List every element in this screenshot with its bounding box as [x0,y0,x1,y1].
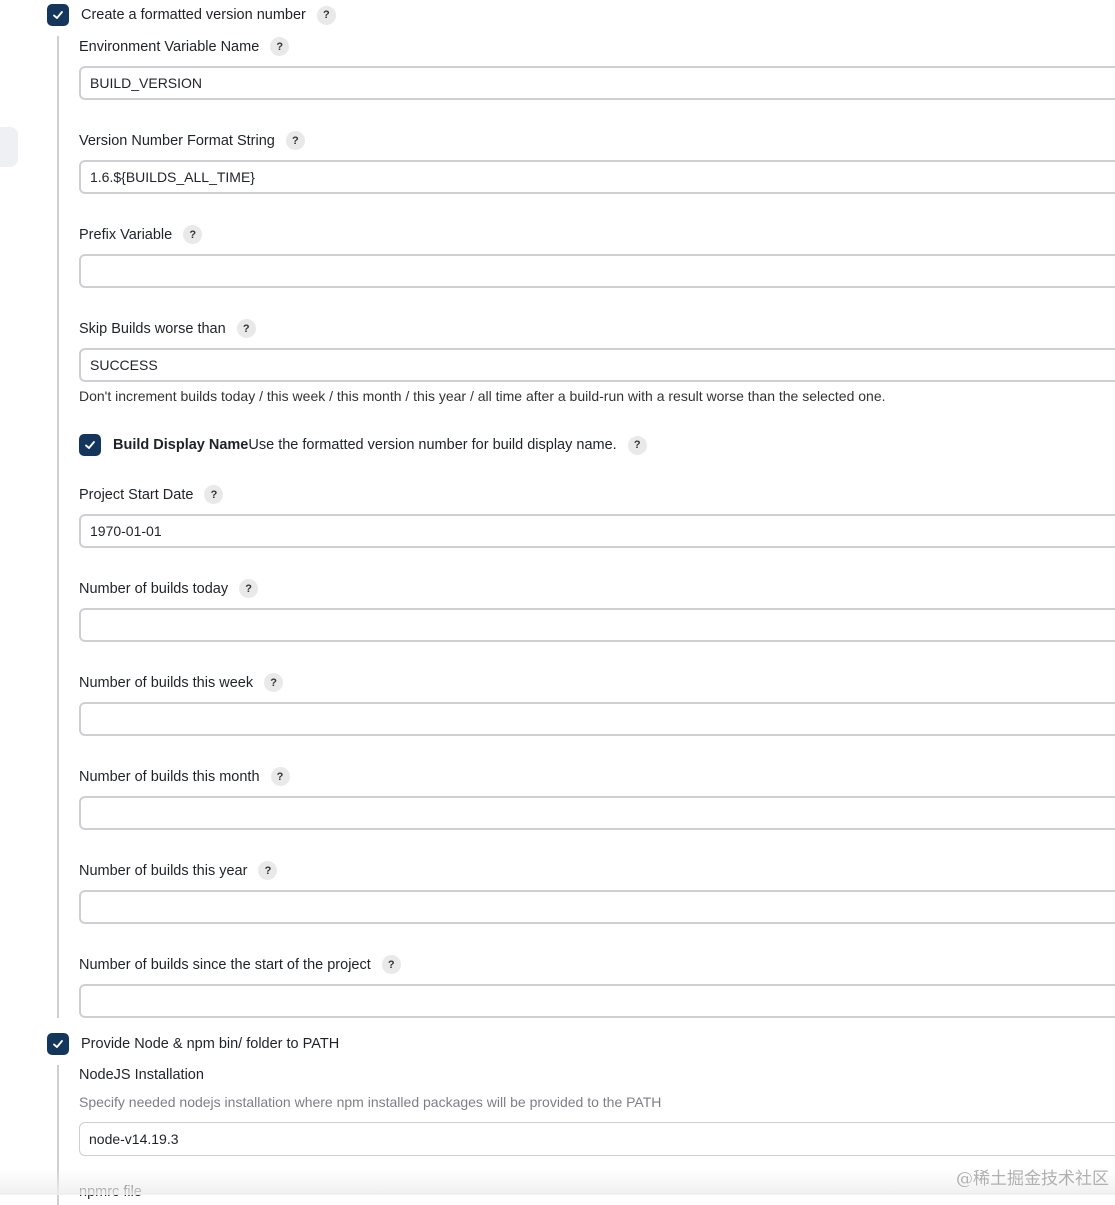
builds-this-year-input[interactable] [79,890,1115,924]
skip-builds-select[interactable]: SUCCESS [79,348,1115,382]
checkmark-icon [85,441,95,449]
checkmark-icon [53,11,63,19]
build-display-name-checkbox[interactable] [79,434,101,456]
section-indent-line [57,36,59,1018]
provide-node-checkbox[interactable] [47,1033,69,1055]
watermark: @稀土掘金技术社区 [956,1169,1109,1189]
prefix-variable-label: Prefix Variable ? [79,225,203,244]
help-icon[interactable]: ? [258,861,278,880]
project-start-date-input[interactable]: 1970-01-01 [79,514,1115,548]
help-icon[interactable]: ? [236,319,256,338]
builds-all-time-label: Number of builds since the start of the … [79,955,401,974]
project-start-date-label: Project Start Date ? [79,485,224,504]
help-icon[interactable]: ? [381,955,401,974]
builds-this-month-label: Number of builds this month ? [79,767,290,786]
builds-all-time-input[interactable] [79,984,1115,1018]
build-display-name-label: Build Display NameUse the formatted vers… [113,437,617,453]
help-icon[interactable]: ? [204,485,224,504]
env-var-name-label: Environment Variable Name ? [79,37,290,56]
format-string-input[interactable]: 1.6.${BUILDS_ALL_TIME} [79,160,1115,194]
help-icon[interactable]: ? [285,131,305,150]
create-version-checkbox-row[interactable]: Create a formatted version number ? [47,4,336,26]
help-icon[interactable]: ? [264,673,284,692]
bottom-fade [0,1169,1115,1195]
skip-builds-label: Skip Builds worse than ? [79,319,256,338]
env-var-name-input[interactable]: BUILD_VERSION [79,66,1115,100]
builds-today-input[interactable] [79,608,1115,642]
create-version-checkbox[interactable] [47,4,69,26]
builds-this-week-input[interactable] [79,702,1115,736]
sidebar-tab[interactable] [0,127,18,167]
help-icon[interactable]: ? [270,767,290,786]
build-display-name-row[interactable]: Build Display NameUse the formatted vers… [79,434,647,456]
help-icon[interactable]: ? [316,5,336,25]
nodejs-installation-label: NodeJS Installation [79,1067,204,1083]
builds-today-label: Number of builds today ? [79,579,259,598]
help-icon[interactable]: ? [270,37,290,56]
nodejs-installation-description: Specify needed nodejs installation where… [79,1094,662,1110]
help-icon[interactable]: ? [183,225,203,244]
nodejs-installation-select[interactable]: node-v14.19.3 [79,1122,1115,1156]
prefix-variable-input[interactable] [79,254,1115,288]
builds-this-month-input[interactable] [79,796,1115,830]
provide-node-label: Provide Node & npm bin/ folder to PATH [81,1036,340,1052]
create-version-label: Create a formatted version number [81,7,306,23]
help-icon[interactable]: ? [627,435,647,455]
provide-node-checkbox-row[interactable]: Provide Node & npm bin/ folder to PATH [47,1033,339,1055]
format-string-label: Version Number Format String ? [79,131,305,150]
skip-builds-description: Don't increment builds today / this week… [79,388,886,404]
builds-this-year-label: Number of builds this year ? [79,861,278,880]
help-icon[interactable]: ? [239,579,259,598]
builds-this-week-label: Number of builds this week ? [79,673,284,692]
checkmark-icon [53,1040,63,1048]
